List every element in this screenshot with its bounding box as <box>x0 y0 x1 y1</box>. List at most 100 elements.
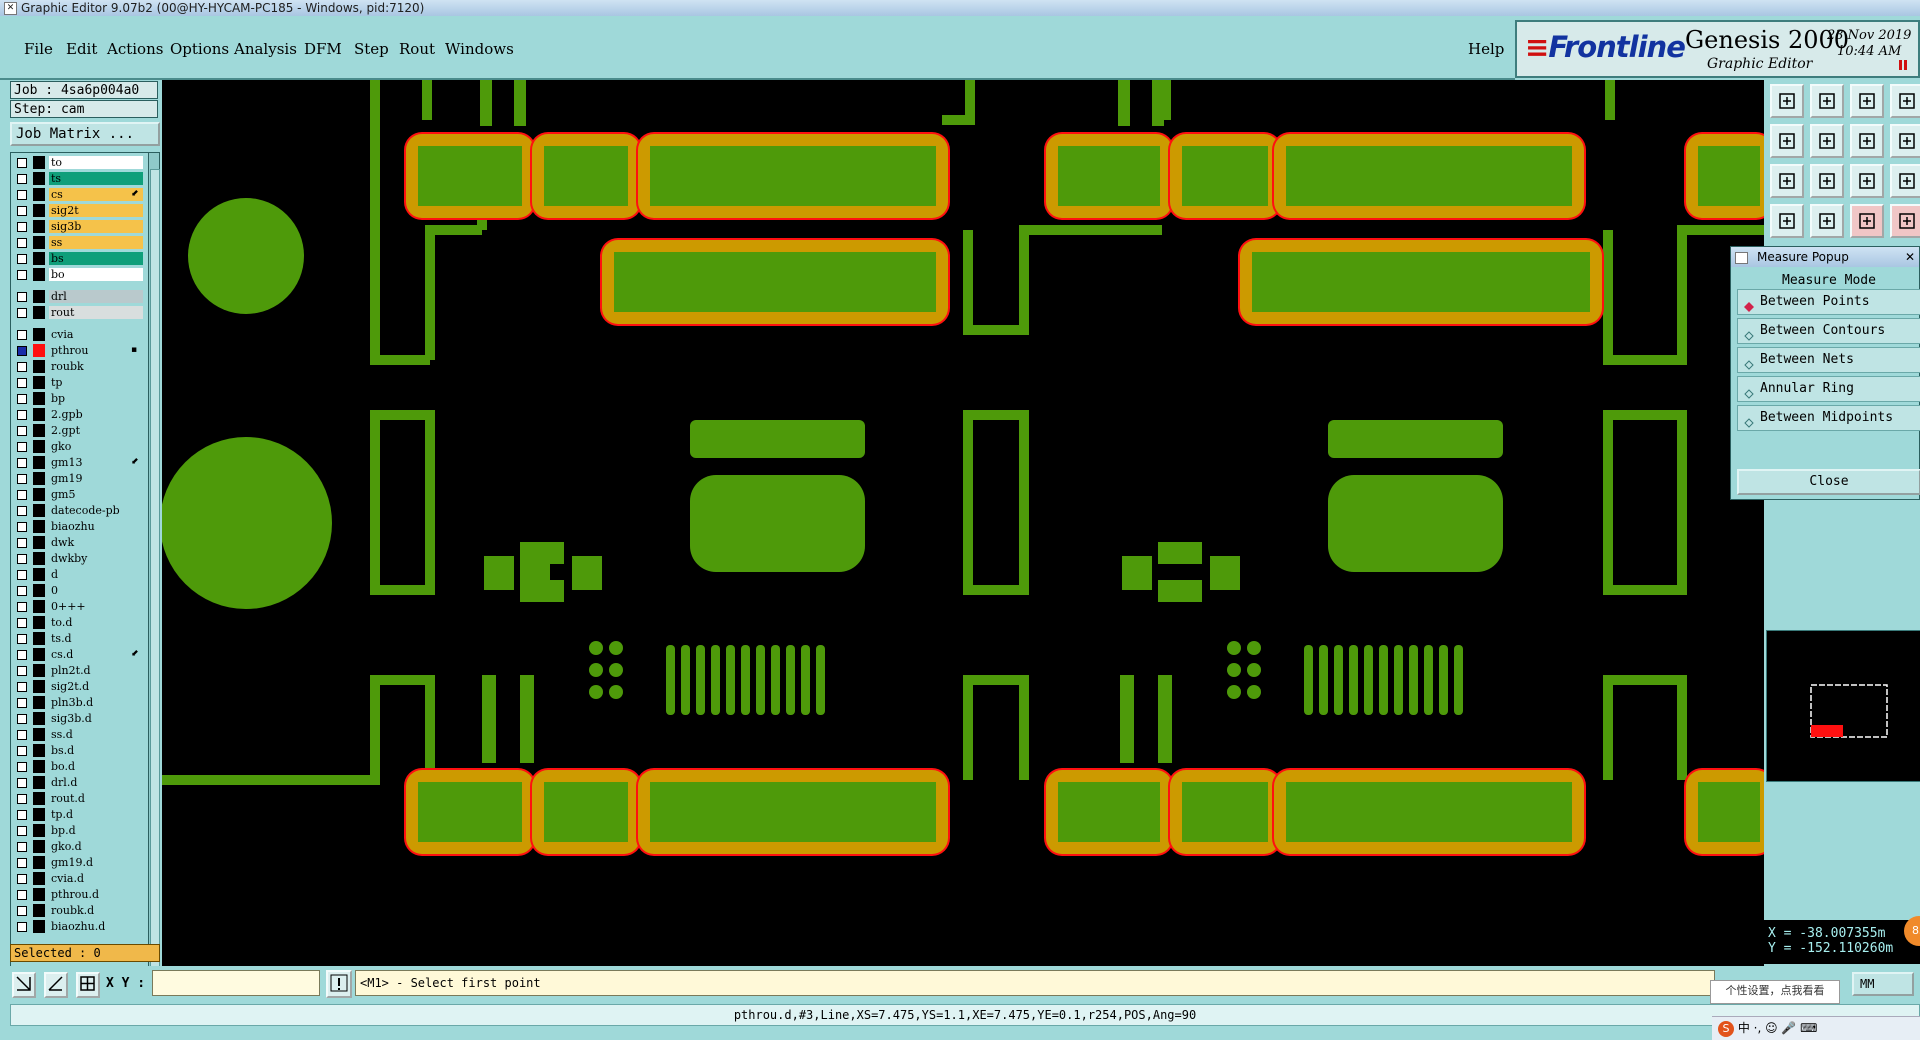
layer-checkbox[interactable] <box>17 762 27 772</box>
layer-color-swatch[interactable] <box>33 392 45 405</box>
layer-checkbox[interactable] <box>17 442 27 452</box>
layer-row[interactable]: tp <box>13 375 147 390</box>
layer-color-swatch[interactable] <box>33 696 45 709</box>
smd-finger[interactable] <box>1364 645 1373 715</box>
layer-row[interactable]: 0 <box>13 583 147 598</box>
layer-checkbox[interactable] <box>17 906 27 916</box>
help-icon[interactable] <box>1890 164 1920 198</box>
layer-checkbox[interactable] <box>17 826 27 836</box>
snap-grid-icon[interactable] <box>1890 204 1920 238</box>
layer-name[interactable]: bs <box>49 252 143 265</box>
layer-color-swatch[interactable] <box>33 220 45 233</box>
layer-checkbox[interactable] <box>17 410 27 420</box>
layer-row[interactable]: 0+++ <box>13 599 147 614</box>
layer-color-swatch[interactable] <box>33 290 45 303</box>
snap-icon[interactable] <box>12 972 36 998</box>
layer-color-swatch[interactable] <box>33 472 45 485</box>
menu-dfm[interactable]: DFM <box>304 40 342 58</box>
zoom-home-icon[interactable] <box>1770 84 1804 118</box>
layer-color-swatch[interactable] <box>33 680 45 693</box>
layer-checkbox[interactable] <box>17 810 27 820</box>
layer-checkbox[interactable] <box>17 490 27 500</box>
layers-icon[interactable] <box>1770 204 1804 238</box>
layer-row[interactable]: gm13 ⬋ <box>13 455 147 470</box>
smd-pad[interactable] <box>1182 782 1268 842</box>
layer-color-swatch[interactable] <box>33 376 45 389</box>
smd-pad[interactable] <box>650 782 936 842</box>
layer-color-swatch[interactable] <box>33 712 45 725</box>
smd-finger[interactable] <box>726 645 735 715</box>
layer-color-swatch[interactable] <box>33 872 45 885</box>
layer-checkbox[interactable] <box>17 714 27 724</box>
layer-color-swatch[interactable] <box>33 536 45 549</box>
layer-checkbox[interactable] <box>17 618 27 628</box>
sogou-icon[interactable]: S <box>1718 1020 1734 1037</box>
units-selector[interactable]: MM <box>1852 972 1914 996</box>
layer-name[interactable]: ts.d <box>49 632 143 645</box>
layer-color-swatch[interactable] <box>33 252 45 265</box>
layer-checkbox[interactable] <box>17 730 27 740</box>
layer-name[interactable]: sig3b <box>49 220 143 233</box>
layer-color-swatch[interactable] <box>33 808 45 821</box>
smd-pad[interactable] <box>1698 782 1760 842</box>
layer-checkbox[interactable] <box>17 858 27 868</box>
layer-row[interactable]: cs.d ⬋ <box>13 647 147 662</box>
smd-finger[interactable] <box>741 645 750 715</box>
layer-checkbox[interactable] <box>17 292 27 302</box>
layer-row[interactable]: roubk.d <box>13 903 147 918</box>
radio-icon[interactable] <box>1744 384 1754 399</box>
layer-color-swatch[interactable] <box>33 568 45 581</box>
layer-row[interactable]: dwkby <box>13 551 147 566</box>
layer-checkbox[interactable] <box>17 506 27 516</box>
layer-checkbox[interactable] <box>17 330 27 340</box>
layer-row[interactable]: bo <box>13 267 147 282</box>
layer-name[interactable]: bp.d <box>49 824 143 837</box>
layer-color-swatch[interactable] <box>33 632 45 645</box>
radio-icon[interactable] <box>1744 326 1754 341</box>
layer-color-swatch[interactable] <box>33 904 45 917</box>
layer-name[interactable]: datecode-pb <box>49 504 143 517</box>
fit-icon[interactable] <box>1770 164 1804 198</box>
refresh-icon[interactable] <box>1890 124 1920 158</box>
overview-map[interactable] <box>1766 630 1920 782</box>
pan-right-icon[interactable] <box>1810 124 1844 158</box>
layer-name[interactable]: pthrou.d <box>49 888 143 901</box>
layer-color-swatch[interactable] <box>33 344 45 357</box>
close-button[interactable]: Close <box>1737 469 1920 495</box>
layer-name[interactable]: biaozhu.d <box>49 920 143 933</box>
via-dot[interactable] <box>609 641 623 655</box>
layer-checkbox[interactable] <box>17 158 27 168</box>
layer-checkbox[interactable] <box>17 778 27 788</box>
menu-actions[interactable]: Actions <box>107 40 163 58</box>
system-tray[interactable]: S 中 ·, ☺ 🎤 ⌨ <box>1712 1016 1920 1040</box>
smd-pad[interactable] <box>418 782 522 842</box>
layer-color-swatch[interactable] <box>33 456 45 469</box>
layer-checkbox[interactable] <box>17 842 27 852</box>
ime-tooltip[interactable]: 个性设置，点我看看 <box>1710 980 1840 1004</box>
layer-color-swatch[interactable] <box>33 744 45 757</box>
layer-row[interactable]: to.d <box>13 615 147 630</box>
layer-checkbox[interactable] <box>17 890 27 900</box>
layer-color-swatch[interactable] <box>33 488 45 501</box>
layer-row[interactable]: dwk <box>13 535 147 550</box>
layer-row[interactable]: biaozhu <box>13 519 147 534</box>
pause-icon[interactable] <box>1899 60 1907 70</box>
layer-checkbox[interactable] <box>17 570 27 580</box>
layer-row[interactable]: pln3b.d <box>13 695 147 710</box>
layer-row[interactable]: gm5 <box>13 487 147 502</box>
layer-row[interactable]: cvia <box>13 327 147 342</box>
smd-pad[interactable] <box>1252 252 1590 312</box>
layer-checkbox[interactable] <box>17 794 27 804</box>
layer-name[interactable]: bp <box>49 392 143 405</box>
layer-checkbox[interactable] <box>17 174 27 184</box>
layer-row[interactable]: gm19.d <box>13 855 147 870</box>
layer-name[interactable]: cvia.d <box>49 872 143 885</box>
job-matrix-button[interactable]: Job Matrix ... <box>10 122 160 146</box>
via-dot[interactable] <box>589 663 603 677</box>
layer-color-swatch[interactable] <box>33 440 45 453</box>
popup-close-icon[interactable]: ✕ <box>1905 247 1915 267</box>
smd-pad[interactable] <box>614 252 936 312</box>
layer-scrollbar[interactable] <box>148 152 160 1020</box>
zoom-fit-icon[interactable] <box>1810 164 1844 198</box>
via-dot[interactable] <box>1247 641 1261 655</box>
